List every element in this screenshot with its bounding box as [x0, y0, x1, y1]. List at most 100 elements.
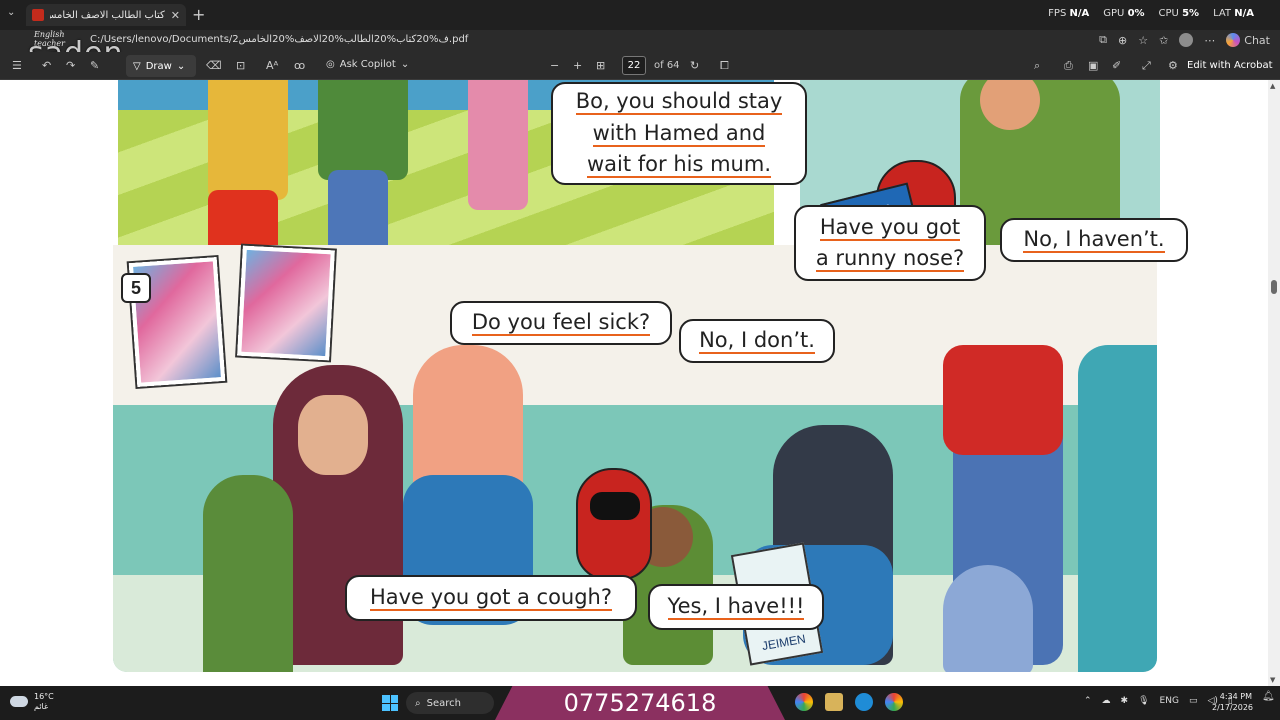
redo-icon[interactable]: ↷: [66, 59, 75, 72]
address-bar: C:/Users/lenovo/Documents/2ف%20كتاب%20ال…: [0, 30, 1280, 52]
panel-number: 5: [121, 273, 151, 303]
pinned-apps: [795, 693, 903, 711]
bubble-line: Have you got a cough?: [369, 585, 613, 612]
bubble-line: a runny nose?: [815, 246, 965, 272]
chrome-profile-icon[interactable]: [885, 693, 903, 711]
copilot-icon: [1226, 33, 1241, 47]
search-icon: ⌕: [415, 697, 421, 709]
network-icon[interactable]: ▭: [1189, 696, 1198, 706]
pdf-scrollbar[interactable]: ▲ ▼: [1268, 80, 1280, 686]
zoom-out-icon[interactable]: −: [550, 59, 559, 72]
rotate-icon[interactable]: ↻: [690, 59, 699, 72]
reading-mode-icon[interactable]: ⧉: [1099, 33, 1107, 47]
new-tab-icon[interactable]: +: [192, 5, 205, 24]
cloud-icon: [10, 696, 28, 708]
draw-button[interactable]: ▽ Draw ⌄: [126, 55, 196, 77]
chat-label: Chat: [1244, 33, 1270, 47]
weather-widget[interactable]: 16°C غائم: [10, 692, 54, 711]
more-menu-icon[interactable]: ⋯: [1204, 34, 1215, 47]
boy-red-jacket: [943, 345, 1063, 455]
save-icon[interactable]: ▣: [1088, 59, 1098, 72]
draw-icon: ▽: [133, 60, 141, 72]
language-indicator[interactable]: ENG: [1160, 696, 1179, 706]
highlight-icon[interactable]: ✎: [90, 59, 99, 72]
scrollbar-thumb[interactable]: [1271, 280, 1277, 294]
system-clock[interactable]: 4:34 PM 2/17/2026: [1212, 692, 1253, 714]
read-aloud-icon[interactable]: ꝏ: [294, 59, 305, 72]
chevron-down-icon: ⌄: [176, 60, 186, 72]
bubble-runny-nose: Have you got a runny nose?: [794, 205, 986, 281]
weather-description: غائم: [34, 701, 49, 711]
url-field[interactable]: C:/Users/lenovo/Documents/2ف%20كتاب%20ال…: [90, 34, 468, 45]
search-icon[interactable]: ⌕: [1034, 59, 1040, 73]
fullscreen-icon[interactable]: ⤢: [1142, 59, 1151, 73]
chevron-down-icon: ⌄: [400, 59, 410, 70]
zoom-in-icon[interactable]: +: [573, 59, 582, 72]
bubble-line: wait for his mum.: [587, 152, 771, 179]
ask-copilot-button[interactable]: ◎ Ask Copilot ⌄: [326, 59, 409, 70]
tab-title: كتاب الطالب الاصف الخامس ف2*: [50, 9, 165, 21]
page-number-input[interactable]: 22: [622, 56, 646, 75]
metric-lat: LAT N/A: [1213, 8, 1254, 19]
fit-page-icon[interactable]: ⊞: [596, 59, 605, 72]
bubble-line: No, I don’t.: [699, 328, 815, 355]
scroll-down-icon[interactable]: ▼: [1270, 676, 1275, 684]
clock-time: 4:34 PM: [1219, 692, 1252, 701]
bubble-no-i-dont: No, I don’t.: [679, 319, 835, 363]
save-as-icon[interactable]: ✐: [1112, 59, 1121, 72]
edge-icon[interactable]: [855, 693, 873, 711]
bubble-feel-sick: Do you feel sick?: [450, 301, 672, 345]
text-size-icon[interactable]: Aᴬ: [266, 59, 278, 72]
metric-fps: FPS N/A: [1048, 8, 1090, 19]
robot-face: [590, 492, 640, 520]
robot-bo: [576, 468, 652, 580]
girl-figure: [468, 80, 528, 210]
scroll-up-icon[interactable]: ▲: [1270, 82, 1275, 90]
page-view-icon[interactable]: ⧠: [720, 59, 729, 73]
mother-face: [298, 395, 368, 475]
tab-pdf[interactable]: كتاب الطالب الاصف الخامس ف2* ✕: [26, 4, 186, 26]
pdf-toolbar: ☰ ↶ ↷ ✎ ▽ Draw ⌄ ⌫ ⊡ Aᴬ ꝏ ◎ Ask Copilot …: [0, 52, 1280, 80]
chevron-up-icon[interactable]: ⌃: [1084, 696, 1092, 706]
girl-sitting: [203, 475, 293, 672]
microphone-icon[interactable]: 🎙︎: [1138, 696, 1149, 706]
child-figure: [208, 80, 288, 200]
copilot-chat-button[interactable]: Chat: [1226, 33, 1270, 47]
profile-avatar[interactable]: [1179, 33, 1194, 47]
bluetooth-icon[interactable]: ✱: [1121, 696, 1129, 706]
favorite-icon[interactable]: ☆: [1138, 34, 1148, 47]
teacher-figure: [318, 80, 408, 180]
file-explorer-icon[interactable]: [825, 693, 843, 711]
metric-cpu: CPU 5%: [1158, 8, 1200, 19]
bubble-line: with Hamed and: [592, 120, 766, 147]
performance-metrics: FPS N/A GPU 0% CPU 5% LAT N/A: [1048, 8, 1254, 19]
eraser-icon[interactable]: ⌫: [206, 59, 222, 72]
tab-actions-icon[interactable]: ⌄: [7, 7, 15, 18]
page-total: of 64: [654, 60, 680, 71]
print-icon[interactable]: ⎙: [1064, 59, 1073, 73]
edit-with-acrobat-button[interactable]: Edit with Acrobat: [1187, 60, 1273, 71]
notifications-icon[interactable]: 🔔︎: [1262, 691, 1275, 702]
temperature: 16°C: [34, 692, 54, 701]
bubble-got-a-cough: Have you got a cough?: [345, 575, 637, 621]
phone-number-banner: 0775274618: [495, 686, 785, 720]
undo-icon[interactable]: ↶: [42, 59, 51, 72]
system-tray: ⌃ ☁ ✱ 🎙︎ ENG ▭ ◁) ▯: [1084, 696, 1233, 706]
title-bar: ⌄ كتاب الطالب الاصف الخامس ف2* ✕ + FPS N…: [0, 0, 1280, 30]
taskbar-search[interactable]: ⌕ Search: [406, 692, 494, 714]
start-button[interactable]: [382, 695, 398, 711]
chrome-icon[interactable]: [795, 693, 813, 711]
bubble-no-i-havent: No, I haven’t.: [1000, 218, 1188, 262]
text-box-icon[interactable]: ⊡: [236, 59, 245, 72]
onedrive-icon[interactable]: ☁: [1102, 696, 1111, 706]
favorites-list-icon[interactable]: ✩: [1159, 34, 1168, 47]
search-label: Search: [426, 697, 461, 709]
copilot-small-icon: ◎: [326, 59, 335, 70]
settings-icon[interactable]: ⚙: [1168, 59, 1178, 72]
zoom-icon[interactable]: ⊕: [1118, 34, 1127, 47]
close-tab-icon[interactable]: ✕: [171, 9, 180, 22]
bubble-yes-i-have: Yes, I have!!!: [648, 584, 824, 630]
painting-right: [237, 245, 335, 361]
bubble-line: Do you feel sick?: [471, 310, 651, 337]
contents-icon[interactable]: ☰: [12, 59, 22, 72]
